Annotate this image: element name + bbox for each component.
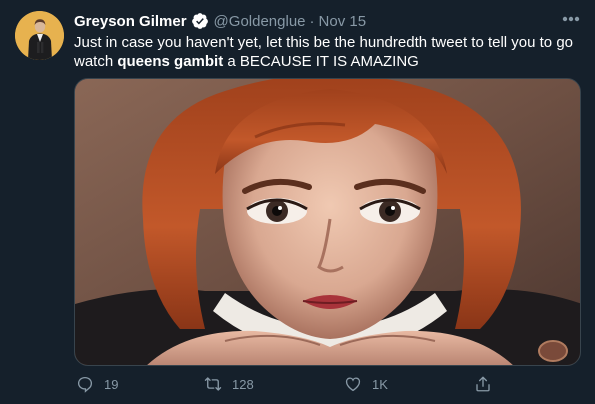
like-button[interactable]: 1K xyxy=(344,372,388,396)
tweet-media-image[interactable] xyxy=(74,78,581,366)
retweet-icon xyxy=(204,377,222,391)
verified-badge-icon xyxy=(191,12,209,30)
share-icon xyxy=(476,376,490,392)
tweet-card[interactable]: Greyson Gilmer @Goldenglue · Nov 15 Just… xyxy=(0,0,595,404)
retweet-button[interactable]: 128 xyxy=(204,372,254,396)
avatar[interactable] xyxy=(15,11,64,60)
author-handle[interactable]: @Goldenglue xyxy=(214,13,306,30)
header-separator: · xyxy=(309,12,315,30)
reply-count: 19 xyxy=(104,376,119,392)
reply-icon xyxy=(77,376,93,393)
share-button[interactable] xyxy=(474,372,502,396)
more-options-icon[interactable] xyxy=(560,11,582,27)
tweet-text: Just in case you haven't yet, let this b… xyxy=(74,33,589,71)
like-count: 1K xyxy=(372,376,388,392)
tweet-text-part2: a BECAUSE IT IS AMAZING xyxy=(223,53,419,70)
portrait-illustration xyxy=(75,79,580,365)
tweet-header: Greyson Gilmer @Goldenglue · Nov 15 xyxy=(74,11,366,31)
tweet-date[interactable]: Nov 15 xyxy=(319,13,367,30)
author-name[interactable]: Greyson Gilmer xyxy=(74,13,187,30)
avatar-image xyxy=(15,11,64,60)
tweet-text-bold: queens gambit xyxy=(117,53,224,70)
retweet-count: 128 xyxy=(232,376,254,392)
reply-button[interactable]: 19 xyxy=(76,372,118,396)
tweet-actions: 19 128 1K xyxy=(74,372,534,396)
like-icon xyxy=(345,377,361,392)
